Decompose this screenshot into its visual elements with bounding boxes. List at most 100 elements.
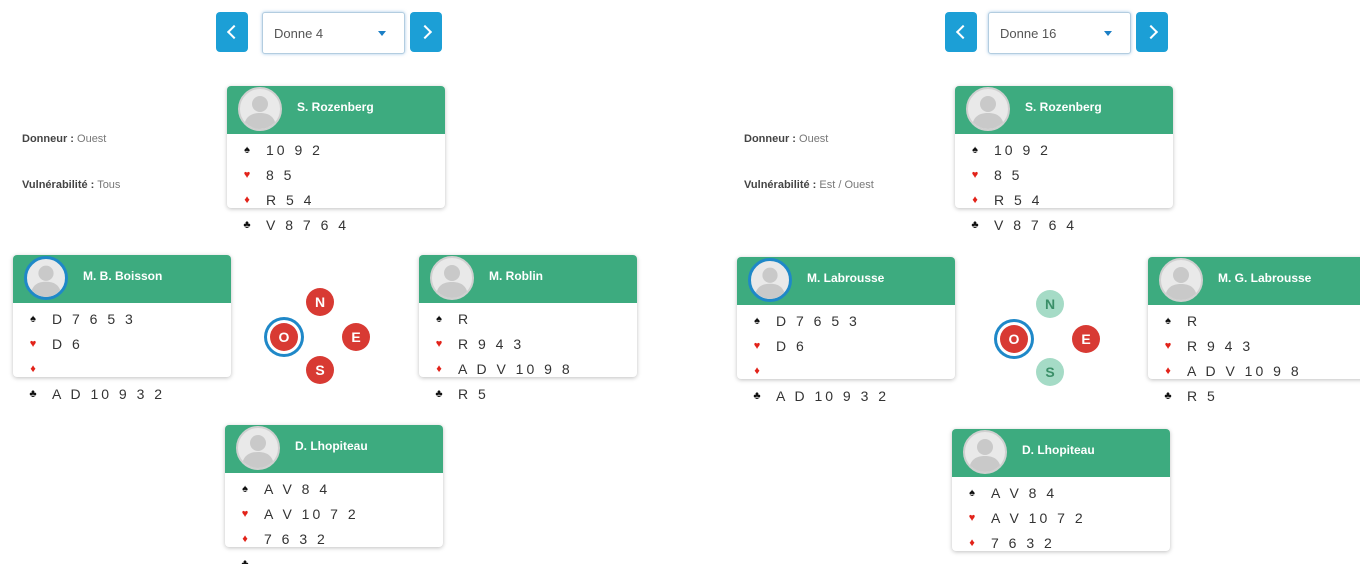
cards: R 9 4 3 [458, 336, 525, 352]
player-card-east: M. G. Labrousse ♠ R ♥ R 9 4 3 ♦ A D V 10 9 8 ♣ R… [1148, 257, 1360, 404]
avatar [430, 256, 474, 300]
next-deal-button[interactable] [1136, 12, 1168, 52]
vulnerability-label: Vulnérabilité : [744, 179, 817, 191]
vulnerability-value: Tous [97, 179, 121, 191]
deal-navigator: Donne 16 [945, 12, 1168, 54]
player-header: S. Rozenberg [227, 86, 445, 134]
cards: A D V 10 9 8 [458, 361, 573, 377]
player-header: M. Labrousse [737, 257, 955, 305]
diamond-icon: ♦ [30, 363, 36, 375]
cards: A V 8 4 [264, 481, 331, 497]
club-icon: ♣ [1164, 390, 1172, 402]
cards: A D 10 9 3 2 [776, 388, 890, 404]
heart-icon: ♥ [241, 508, 249, 520]
cards: R [1187, 313, 1201, 329]
player-header: D. Lhopiteau [225, 425, 443, 473]
vulnerability-info: Vulnérabilité : Tous [22, 179, 120, 191]
spade-icon: ♠ [1165, 315, 1171, 327]
spade-icon: ♠ [244, 144, 250, 156]
chevron-down-icon [378, 31, 386, 36]
cards: A V 8 4 [991, 485, 1058, 501]
deal-select-value: Donne 16 [1000, 26, 1057, 41]
avatar [238, 87, 282, 131]
previous-deal-button[interactable] [216, 12, 248, 52]
cards: R 5 [1187, 388, 1218, 404]
spade-icon: ♠ [30, 313, 36, 325]
spade-icon: ♠ [969, 487, 975, 499]
cards: D 6 [52, 336, 83, 352]
vulnerability-label: Vulnérabilité : [22, 179, 95, 191]
deal-select[interactable]: Donne 4 [262, 12, 405, 54]
deal-panel: Donne 16 Donneur : Ouest Vulnérabilité : E… [727, 0, 1360, 564]
cards: 7 6 3 2 [264, 531, 328, 547]
cards: A V 10 7 2 [991, 510, 1086, 526]
compass-e: E [1072, 325, 1100, 353]
cards: 8 5 [266, 167, 295, 183]
avatar [24, 256, 68, 300]
player-card-west: M. B. Boisson ♠ D 7 6 5 3 ♥ D 6 ♦ ♣ A D 10 9 3 … [13, 255, 231, 402]
compass-o: O [1000, 325, 1028, 353]
cards: R 5 4 [994, 192, 1043, 208]
club-icon: ♣ [29, 388, 37, 400]
cards: R 9 4 3 [1187, 338, 1254, 354]
heart-icon: ♥ [1164, 340, 1172, 352]
compass-s: S [1036, 358, 1064, 386]
player-header: S. Rozenberg [955, 86, 1173, 134]
player-header: M. B. Boisson [13, 255, 231, 303]
player-name: M. Labrousse [807, 271, 885, 285]
cards: R [458, 311, 472, 327]
compass-n: N [306, 288, 334, 316]
diamond-icon: ♦ [972, 194, 978, 206]
spade-icon: ♠ [242, 483, 248, 495]
player-name: M. G. Labrousse [1218, 271, 1312, 285]
player-card-south: D. Lhopiteau ♠ A V 8 4 ♥ A V 10 7 2 ♦ 7 6 3 2 ♣ [225, 425, 443, 564]
cards: R 5 4 [266, 192, 315, 208]
heart-icon: ♥ [971, 169, 979, 181]
avatar [748, 258, 792, 302]
player-card-north: S. Rozenberg ♠ 10 9 2 ♥ 8 5 ♦ R 5 4 ♣ V 8 7 6 4 [227, 86, 445, 233]
spade-icon: ♠ [436, 313, 442, 325]
vulnerability-value: Est / Ouest [819, 179, 874, 191]
club-icon: ♣ [753, 390, 761, 402]
player-header: D. Lhopiteau [952, 429, 1170, 477]
heart-icon: ♥ [968, 512, 976, 524]
club-icon: ♣ [971, 219, 979, 231]
avatar [1159, 258, 1203, 302]
previous-deal-button[interactable] [945, 12, 977, 52]
cards: D 7 6 5 3 [52, 311, 136, 327]
avatar [963, 430, 1007, 474]
cards: D 6 [776, 338, 807, 354]
heart-icon: ♥ [243, 169, 251, 181]
deal-select-value: Donne 4 [274, 26, 324, 41]
next-deal-button[interactable] [410, 12, 442, 52]
avatar [236, 426, 280, 470]
player-header: M. G. Labrousse [1148, 257, 1360, 305]
club-icon: ♣ [435, 388, 443, 400]
avatar [966, 87, 1010, 131]
cards: D 7 6 5 3 [776, 313, 860, 329]
spade-icon: ♠ [754, 315, 760, 327]
deal-navigator: Donne 4 [216, 12, 442, 54]
diamond-icon: ♦ [242, 533, 248, 545]
cards: V 8 7 6 4 [994, 217, 1078, 233]
cards: V 8 7 6 4 [266, 217, 350, 233]
player-card-west: M. Labrousse ♠ D 7 6 5 3 ♥ D 6 ♦ ♣ A D 10 9 3 2 [737, 257, 955, 404]
deal-select[interactable]: Donne 16 [988, 12, 1131, 54]
cards: 10 9 2 [994, 142, 1051, 158]
deal-panel: Donne 4 Donneur : Ouest Vulnérabilité : To… [0, 0, 680, 564]
diamond-icon: ♦ [1165, 365, 1171, 377]
compass-o: O [270, 323, 298, 351]
dealer-value: Ouest [799, 133, 829, 145]
diamond-icon: ♦ [244, 194, 250, 206]
player-card-south: D. Lhopiteau ♠ A V 8 4 ♥ A V 10 7 2 ♦ 7 6 3 2 [952, 429, 1170, 551]
player-name: M. Roblin [489, 269, 543, 283]
dealer-label: Donneur : [22, 133, 74, 145]
player-name: D. Lhopiteau [1022, 443, 1095, 457]
compass: NESO [270, 288, 370, 384]
compass-e: E [342, 323, 370, 351]
cards: 8 5 [994, 167, 1023, 183]
club-icon: ♣ [243, 219, 251, 231]
compass-n: N [1036, 290, 1064, 318]
dealer-info: Donneur : Ouest [22, 133, 106, 145]
player-header: M. Roblin [419, 255, 637, 303]
